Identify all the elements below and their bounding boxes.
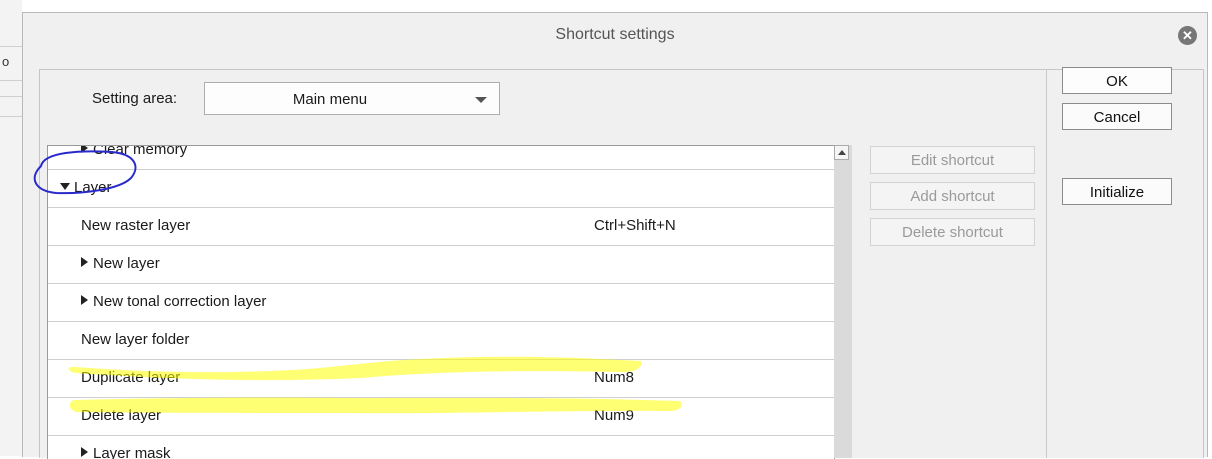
list-item-shortcut: Ctrl+Shift+N xyxy=(594,217,676,234)
list-item[interactable]: Layer xyxy=(48,170,834,208)
setting-area-value: Main menu xyxy=(292,91,368,108)
setting-area-dropdown[interactable]: Main menu xyxy=(204,82,500,115)
list-item-label: New tonal correction layer xyxy=(93,293,267,310)
list-item-label: New layer xyxy=(93,255,160,272)
background-line xyxy=(0,80,22,81)
initialize-button[interactable]: Initialize xyxy=(1062,178,1172,205)
setting-area-label: Setting area: xyxy=(92,90,178,107)
expand-triangle-icon xyxy=(81,146,88,153)
list-item[interactable]: New tonal correction layer xyxy=(48,284,834,322)
shortcut-settings-dialog: Shortcut settings ✕ Setting area: Main m… xyxy=(22,12,1208,459)
list-item-label: Layer xyxy=(74,179,112,196)
background-line xyxy=(0,116,22,117)
list-item-label: New layer folder xyxy=(81,331,190,348)
ok-button[interactable]: OK xyxy=(1062,67,1172,94)
dialog-title: Shortcut settings xyxy=(555,26,675,43)
add-shortcut-button[interactable]: Add shortcut xyxy=(870,182,1035,210)
list-item[interactable]: New layer folder xyxy=(48,322,834,360)
list-item[interactable]: Duplicate layer Num8 xyxy=(48,360,834,398)
settings-frame: Setting area: Main menu Clear memory Lay… xyxy=(39,67,1204,459)
list-scrollbar[interactable] xyxy=(834,145,852,458)
background-text: o xyxy=(2,54,10,69)
close-icon[interactable]: ✕ xyxy=(1178,26,1197,45)
list-item-shortcut: Num8 xyxy=(594,369,635,386)
edit-shortcut-button[interactable]: Edit shortcut xyxy=(870,146,1035,174)
background-top xyxy=(0,0,1212,10)
list-item-label: Delete layer xyxy=(81,407,162,424)
list-item-label: Duplicate layer xyxy=(81,369,181,386)
cancel-button[interactable]: Cancel xyxy=(1062,103,1172,130)
list-item[interactable]: Delete layer Num9 xyxy=(48,398,834,436)
expand-triangle-icon xyxy=(81,257,88,267)
scroll-up-icon[interactable] xyxy=(834,145,849,160)
dialog-titlebar[interactable]: Shortcut settings xyxy=(23,13,1207,55)
list-item-shortcut: Num9 xyxy=(594,407,635,424)
background-line xyxy=(0,96,22,97)
list-item-label: New raster layer xyxy=(81,217,191,234)
list-item-label: Layer mask xyxy=(93,445,171,459)
frame-divider xyxy=(1046,70,1047,458)
background-line xyxy=(0,46,22,47)
list-item-label: Clear memory xyxy=(93,145,188,158)
list-item[interactable]: New raster layer Ctrl+Shift+N xyxy=(48,208,834,246)
expand-triangle-icon xyxy=(81,295,88,305)
list-item[interactable]: Clear memory xyxy=(48,145,834,170)
shortcut-list: Clear memory Layer New raster layer Ctrl… xyxy=(47,145,835,459)
chevron-down-icon xyxy=(475,97,487,103)
delete-shortcut-button[interactable]: Delete shortcut xyxy=(870,218,1035,246)
collapse-triangle-icon xyxy=(60,183,70,190)
list-item[interactable]: New layer xyxy=(48,246,834,284)
background-app: o xyxy=(0,0,22,456)
